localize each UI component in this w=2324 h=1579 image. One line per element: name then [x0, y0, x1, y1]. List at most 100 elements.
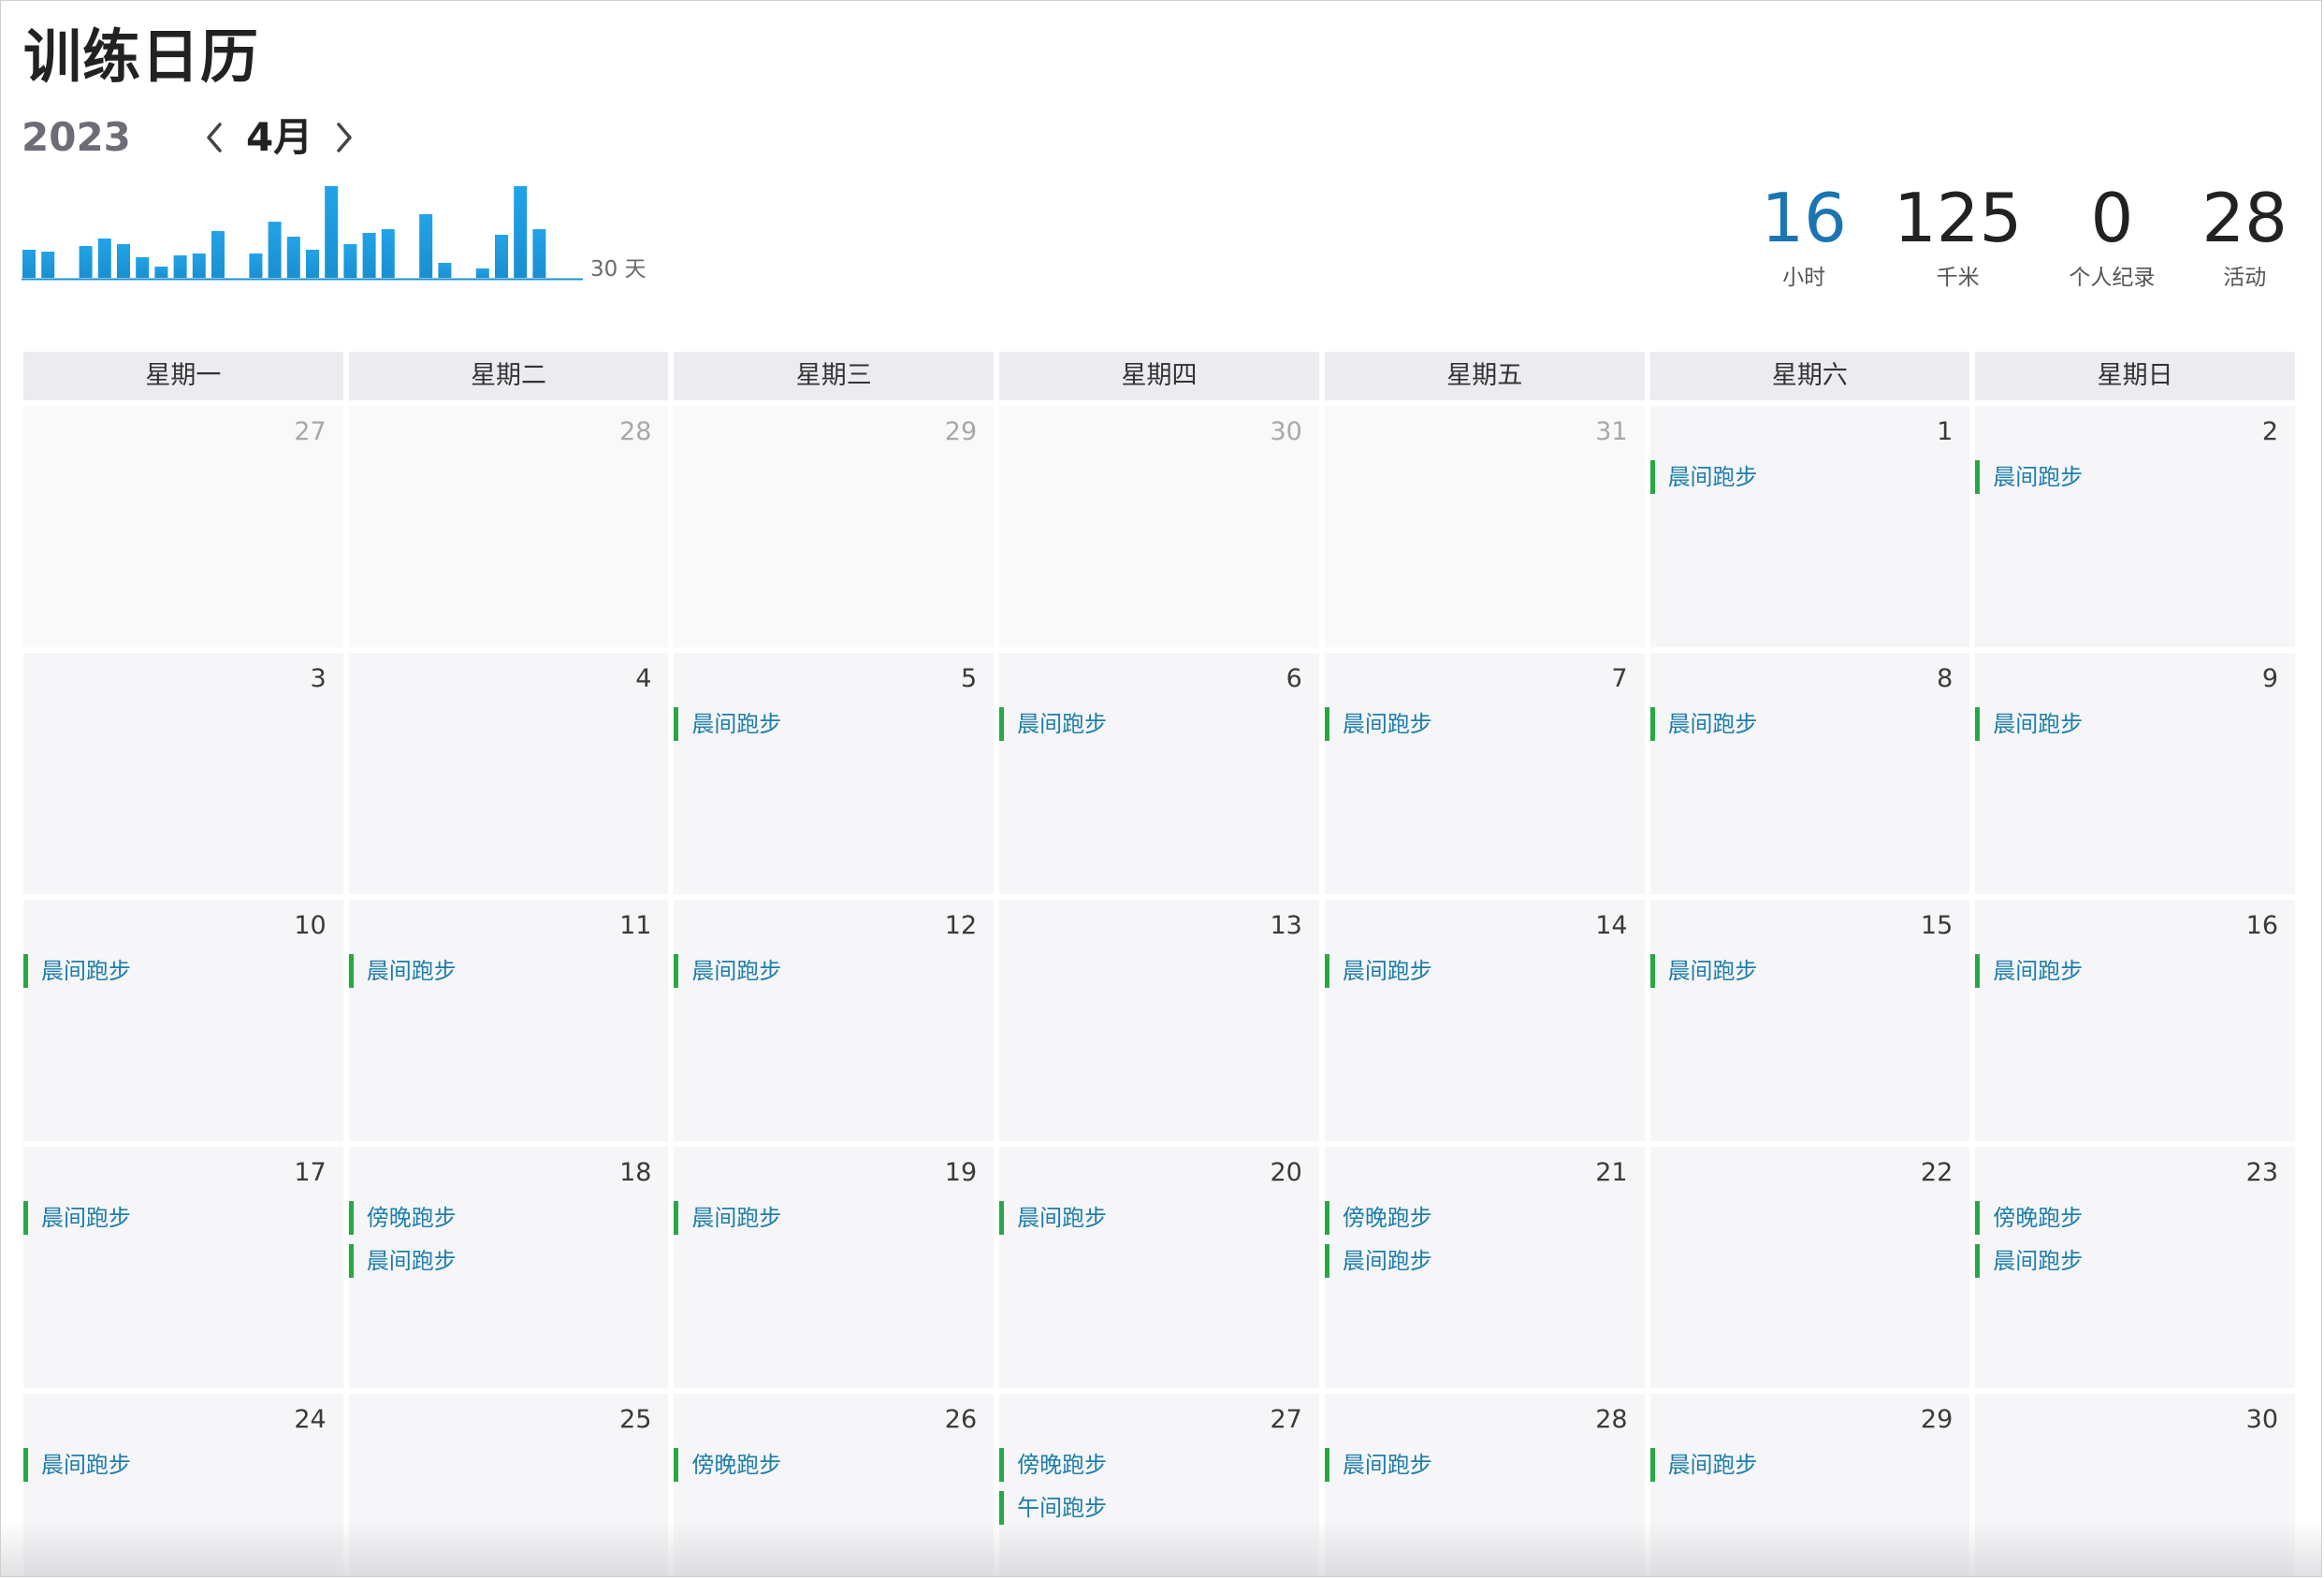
- calendar-day-cell[interactable]: 8 晨间跑步: [1649, 653, 1970, 894]
- activity-link[interactable]: 晨间跑步: [348, 1244, 669, 1278]
- calendar-day-cell[interactable]: 5 晨间跑步: [674, 653, 995, 894]
- calendar-day-cell[interactable]: 2 晨间跑步: [1975, 406, 2295, 647]
- activity-link[interactable]: 晨间跑步: [674, 1201, 994, 1235]
- day-number: 28: [1595, 1405, 1628, 1434]
- day-number: 14: [1595, 911, 1628, 940]
- stat-3: 28 活动: [2201, 179, 2288, 291]
- day-number: 19: [944, 1158, 978, 1187]
- day-number: 15: [1920, 911, 1954, 940]
- calendar-day-cell[interactable]: 11 晨间跑步: [348, 900, 669, 1141]
- month-navigation: 4月: [197, 109, 361, 166]
- activity-link[interactable]: 晨间跑步: [1324, 1448, 1645, 1482]
- next-month-button[interactable]: [327, 109, 361, 166]
- mini-chart-bar: [438, 263, 452, 278]
- calendar-day-cell[interactable]: 22: [1649, 1147, 1970, 1388]
- calendar-day-cell[interactable]: 13: [999, 900, 1319, 1141]
- day-number: 30: [1270, 417, 1302, 446]
- calendar-day-cell[interactable]: 28: [348, 406, 669, 647]
- calendar-day-cell[interactable]: 26 傍晚跑步: [674, 1394, 995, 1576]
- calendar-day-cell[interactable]: 6 晨间跑步: [999, 653, 1319, 894]
- calendar-day-cell[interactable]: 15 晨间跑步: [1649, 900, 1970, 1141]
- day-number: 29: [944, 417, 978, 446]
- activity-link[interactable]: 晨间跑步: [1324, 707, 1645, 741]
- mini-chart-bar: [22, 250, 36, 278]
- activity-link[interactable]: 晨间跑步: [999, 707, 1319, 741]
- mini-chart-bar: [41, 252, 55, 278]
- activity-link[interactable]: 晨间跑步: [674, 954, 994, 988]
- calendar-day-cell[interactable]: 25: [348, 1394, 669, 1576]
- calendar-day-cell[interactable]: 14 晨间跑步: [1324, 900, 1645, 1141]
- mini-chart-bar: [419, 214, 433, 278]
- calendar-day-cell[interactable]: 27 傍晚跑步 午间跑步: [999, 1394, 1319, 1576]
- mini-chart-bar: [97, 239, 111, 278]
- activity-link[interactable]: 傍晚跑步: [1975, 1201, 2295, 1235]
- weekday-header-cell: 星期五: [1324, 352, 1645, 400]
- activity-link[interactable]: 晨间跑步: [1649, 707, 1970, 741]
- calendar-day-cell[interactable]: 4: [348, 653, 669, 894]
- page-title: 训练日历: [23, 22, 260, 91]
- activity-link[interactable]: 晨间跑步: [348, 954, 669, 988]
- day-number: 17: [294, 1158, 327, 1187]
- stat-value: 28: [2201, 179, 2288, 257]
- calendar-day-cell[interactable]: 7 晨间跑步: [1324, 653, 1645, 894]
- activity-link[interactable]: 晨间跑步: [23, 1201, 343, 1235]
- activity-link[interactable]: 晨间跑步: [1324, 954, 1645, 988]
- activity-link[interactable]: 晨间跑步: [1324, 1244, 1645, 1278]
- stat-value: 0: [2090, 179, 2134, 257]
- activity-link[interactable]: 晨间跑步: [1649, 1448, 1970, 1482]
- calendar-day-cell[interactable]: 18 傍晚跑步晨间跑步: [348, 1147, 669, 1388]
- mini-chart-bar: [117, 244, 130, 278]
- day-number: 4: [635, 664, 652, 693]
- calendar-day-cell[interactable]: 1 晨间跑步: [1649, 406, 1970, 647]
- activity-link[interactable]: 晨间跑步: [999, 1201, 1319, 1235]
- calendar-day-cell[interactable]: 28 晨间跑步: [1324, 1394, 1645, 1576]
- calendar-day-cell[interactable]: 20 晨间跑步: [999, 1147, 1319, 1388]
- calendar-day-cell[interactable]: 21 傍晚跑步晨间跑步: [1324, 1147, 1645, 1388]
- mini-chart-bar: [306, 250, 319, 278]
- calendar-day-cell[interactable]: 29 晨间跑步: [1649, 1394, 1970, 1576]
- calendar-day-cell[interactable]: 23 傍晚跑步晨间跑步: [1975, 1147, 2295, 1388]
- mini-chart-bar: [192, 254, 206, 278]
- stat-label: 小时: [1782, 266, 1826, 290]
- calendar-day-cell[interactable]: 30: [1975, 1394, 2295, 1576]
- activity-link[interactable]: 晨间跑步: [23, 954, 343, 988]
- activity-link[interactable]: 晨间跑步: [674, 707, 994, 741]
- day-number: 2: [2261, 417, 2278, 446]
- day-number: 29: [1920, 1405, 1954, 1434]
- calendar-day-cell[interactable]: 24 晨间跑步: [23, 1394, 343, 1576]
- activity-link[interactable]: 晨间跑步: [1649, 954, 1970, 988]
- mini-chart-bar: [286, 237, 300, 278]
- day-number: 23: [2245, 1158, 2278, 1187]
- activity-link[interactable]: 晨间跑步: [1649, 460, 1970, 494]
- activity-link[interactable]: 晨间跑步: [1975, 707, 2295, 741]
- calendar-day-cell[interactable]: 9 晨间跑步: [1975, 653, 2295, 894]
- day-number: 21: [1595, 1158, 1628, 1187]
- calendar-day-cell[interactable]: 31: [1324, 406, 1645, 647]
- day-number: 18: [619, 1158, 652, 1187]
- calendar-day-cell[interactable]: 29: [674, 406, 995, 647]
- activity-link[interactable]: 傍晚跑步: [1324, 1201, 1645, 1235]
- activity-link[interactable]: 晨间跑步: [1975, 1244, 2295, 1278]
- activity-link[interactable]: 傍晚跑步: [999, 1448, 1319, 1482]
- mini-chart-bar: [79, 246, 93, 278]
- calendar-day-cell[interactable]: 10 晨间跑步: [23, 900, 343, 1141]
- activity-link[interactable]: 晨间跑步: [23, 1448, 343, 1482]
- calendar-day-cell[interactable]: 27: [23, 406, 343, 647]
- activity-link[interactable]: 午间跑步: [999, 1491, 1319, 1525]
- activity-link[interactable]: 傍晚跑步: [348, 1201, 669, 1235]
- prev-month-button[interactable]: [197, 109, 231, 166]
- stat-label: 个人纪录: [2069, 266, 2156, 290]
- chevron-right-icon: [337, 123, 352, 152]
- mini-chart-bar: [514, 186, 528, 278]
- calendar-day-cell[interactable]: 30: [999, 406, 1319, 647]
- year-label: 2023: [22, 114, 131, 160]
- calendar-day-cell[interactable]: 3: [23, 653, 343, 894]
- calendar-day-cell[interactable]: 17 晨间跑步: [23, 1147, 343, 1388]
- calendar-day-cell[interactable]: 19 晨间跑步: [674, 1147, 995, 1388]
- calendar-day-cell[interactable]: 16 晨间跑步: [1975, 900, 2295, 1141]
- calendar-day-cell[interactable]: 12 晨间跑步: [674, 900, 995, 1141]
- activity-link[interactable]: 晨间跑步: [1975, 460, 2295, 494]
- activity-link[interactable]: 晨间跑步: [1975, 954, 2295, 988]
- day-number: 10: [294, 911, 327, 940]
- activity-link[interactable]: 傍晚跑步: [674, 1448, 994, 1482]
